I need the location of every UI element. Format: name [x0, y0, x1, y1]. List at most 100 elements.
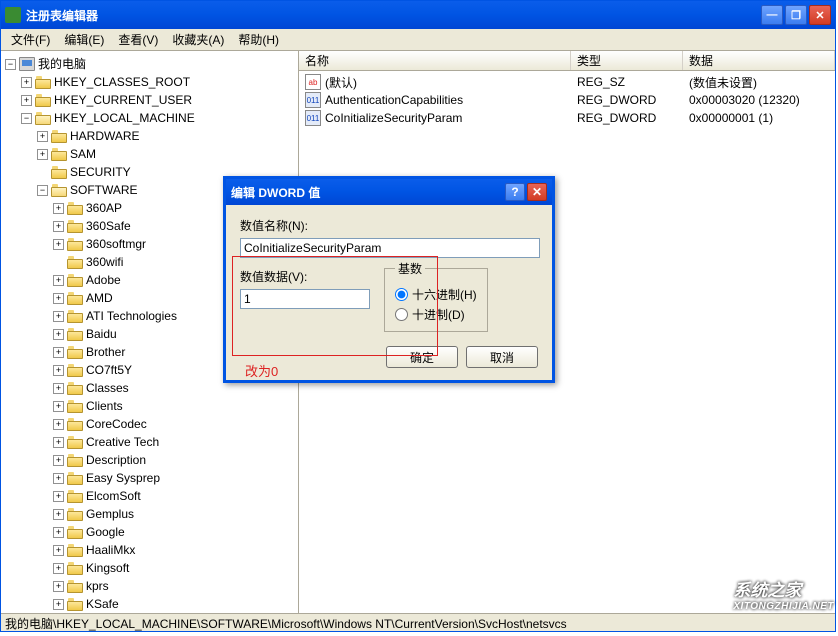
expand-icon[interactable]: +	[53, 329, 64, 340]
expand-icon[interactable]: +	[53, 455, 64, 466]
folder-icon	[67, 472, 83, 485]
tree-item[interactable]: +Google	[53, 523, 298, 541]
expand-icon[interactable]: +	[53, 599, 64, 610]
tree-item[interactable]: +KSafe	[53, 595, 298, 613]
no-expand-icon	[53, 257, 64, 268]
dialog-help-button[interactable]: ?	[505, 183, 525, 201]
tree-item[interactable]: +Clients	[53, 397, 298, 415]
tree-item[interactable]: +Creative Tech	[53, 433, 298, 451]
folder-icon	[67, 274, 83, 287]
expand-icon[interactable]: +	[53, 239, 64, 250]
value-name-label: 数值名称(N):	[240, 217, 538, 234]
titlebar[interactable]: 注册表编辑器 — ❐ ✕	[1, 1, 835, 29]
tree-item[interactable]: +Description	[53, 451, 298, 469]
expand-icon[interactable]: +	[53, 293, 64, 304]
expand-icon[interactable]: +	[21, 77, 32, 88]
folder-icon	[67, 328, 83, 341]
value-data-label: 数值数据(V):	[240, 268, 370, 285]
dialog-close-button[interactable]: ✕	[527, 183, 547, 201]
folder-icon	[67, 580, 83, 593]
menu-favorites[interactable]: 收藏夹(A)	[166, 29, 230, 50]
expand-icon[interactable]: +	[37, 149, 48, 160]
collapse-icon[interactable]: −	[37, 185, 48, 196]
tree-sam[interactable]: +SAM	[37, 145, 298, 163]
close-button[interactable]: ✕	[809, 5, 831, 25]
tree-hardware[interactable]: +HARDWARE	[37, 127, 298, 145]
value-data-field[interactable]	[240, 289, 370, 309]
expand-icon[interactable]: +	[53, 545, 64, 556]
ok-button[interactable]: 确定	[386, 346, 458, 368]
menu-edit[interactable]: 编辑(E)	[58, 29, 110, 50]
expand-icon[interactable]: +	[53, 275, 64, 286]
folder-icon	[67, 202, 83, 215]
tree-hklm[interactable]: −HKEY_LOCAL_MACHINE	[21, 109, 298, 127]
folder-icon	[35, 76, 51, 89]
expand-icon[interactable]: +	[53, 383, 64, 394]
tree-root[interactable]: − 我的电脑	[5, 55, 298, 73]
collapse-icon[interactable]: −	[5, 59, 16, 70]
tree-hkcr[interactable]: +HKEY_CLASSES_ROOT	[21, 73, 298, 91]
dword-value-icon: 011	[305, 110, 321, 126]
folder-icon	[67, 220, 83, 233]
window-title: 注册表编辑器	[26, 7, 761, 24]
menu-view[interactable]: 查看(V)	[112, 29, 164, 50]
folder-icon	[67, 454, 83, 467]
statusbar: 我的电脑\HKEY_LOCAL_MACHINE\SOFTWARE\Microso…	[1, 613, 835, 631]
expand-icon[interactable]: +	[37, 131, 48, 142]
dialog-titlebar[interactable]: 编辑 DWORD 值 ? ✕	[226, 179, 552, 205]
expand-icon[interactable]: +	[53, 311, 64, 322]
folder-icon	[67, 490, 83, 503]
expand-icon[interactable]: +	[53, 221, 64, 232]
tree-item[interactable]: +Gemplus	[53, 505, 298, 523]
expand-icon[interactable]: +	[53, 401, 64, 412]
base-group: 基数 十六进制(H) 十进制(D)	[384, 260, 488, 332]
folder-icon	[67, 508, 83, 521]
folder-icon	[67, 562, 83, 575]
cancel-button[interactable]: 取消	[466, 346, 538, 368]
expand-icon[interactable]: +	[53, 437, 64, 448]
expand-icon[interactable]: +	[53, 473, 64, 484]
col-name[interactable]: 名称	[299, 51, 571, 70]
tree-hkcu[interactable]: +HKEY_CURRENT_USER	[21, 91, 298, 109]
expand-icon[interactable]: +	[53, 419, 64, 430]
radio-hex[interactable]	[395, 288, 408, 301]
folder-icon	[67, 238, 83, 251]
menu-file[interactable]: 文件(F)	[5, 29, 56, 50]
no-expand-icon	[37, 167, 48, 178]
expand-icon[interactable]: +	[53, 509, 64, 520]
folder-icon	[67, 382, 83, 395]
folder-icon	[67, 544, 83, 557]
tree-item[interactable]: +CoreCodec	[53, 415, 298, 433]
expand-icon[interactable]: +	[53, 527, 64, 538]
col-type[interactable]: 类型	[571, 51, 683, 70]
dialog-title: 编辑 DWORD 值	[231, 184, 505, 201]
minimize-button[interactable]: —	[761, 5, 783, 25]
expand-icon[interactable]: +	[53, 581, 64, 592]
list-header: 名称 类型 数据	[299, 51, 835, 71]
menu-help[interactable]: 帮助(H)	[232, 29, 285, 50]
radio-dec[interactable]	[395, 308, 408, 321]
expand-icon[interactable]: +	[53, 563, 64, 574]
list-row[interactable]: 011AuthenticationCapabilitiesREG_DWORD0x…	[299, 91, 835, 109]
tree-item[interactable]: +Easy Sysprep	[53, 469, 298, 487]
folder-icon	[51, 148, 67, 161]
folder-icon	[67, 436, 83, 449]
list-row[interactable]: 011CoInitializeSecurityParamREG_DWORD0x0…	[299, 109, 835, 127]
expand-icon[interactable]: +	[53, 203, 64, 214]
expand-icon[interactable]: +	[53, 365, 64, 376]
collapse-icon[interactable]: −	[21, 113, 32, 124]
col-data[interactable]: 数据	[683, 51, 835, 70]
app-icon	[5, 7, 21, 23]
tree-item[interactable]: +HaaliMkx	[53, 541, 298, 559]
folder-open-icon	[51, 184, 67, 197]
value-name-field[interactable]	[240, 238, 540, 258]
expand-icon[interactable]: +	[53, 347, 64, 358]
expand-icon[interactable]: +	[21, 95, 32, 106]
annotation-text: 改为0	[245, 361, 278, 380]
maximize-button[interactable]: ❐	[785, 5, 807, 25]
tree-item[interactable]: +Kingsoft	[53, 559, 298, 577]
list-row[interactable]: ab(默认)REG_SZ(数值未设置)	[299, 73, 835, 91]
tree-item[interactable]: +ElcomSoft	[53, 487, 298, 505]
expand-icon[interactable]: +	[53, 491, 64, 502]
tree-item[interactable]: +kprs	[53, 577, 298, 595]
